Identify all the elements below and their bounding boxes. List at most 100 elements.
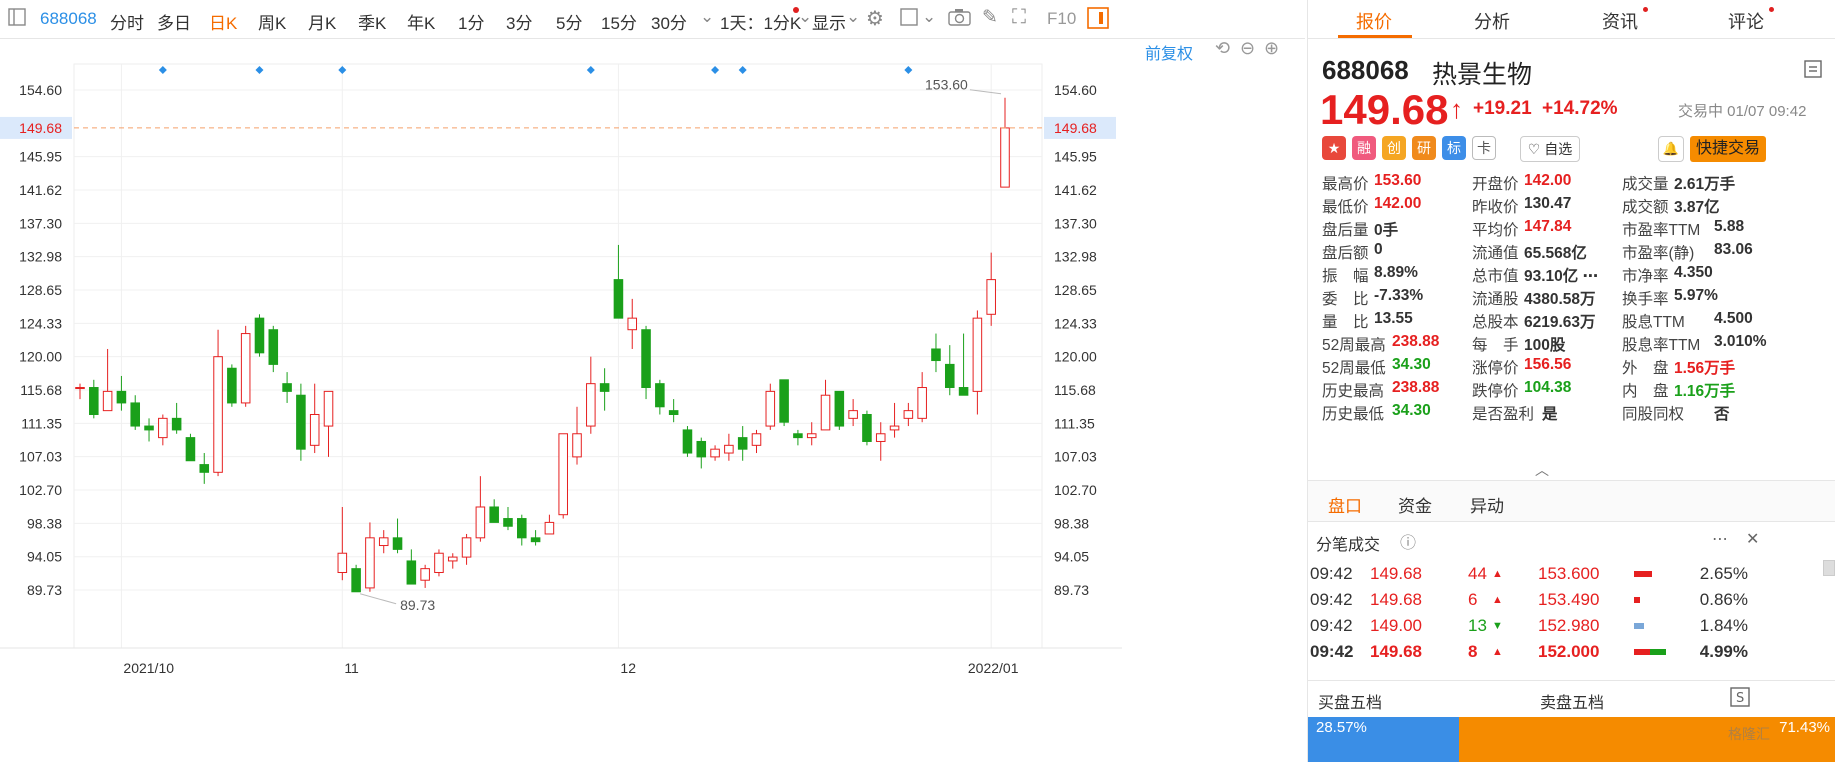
period-15min[interactable]: 15分 — [601, 9, 637, 34]
stat-value: 1.56万手 — [1674, 360, 1736, 377]
stat-value: 142.00 — [1374, 195, 1422, 212]
stat-label: 量 比 — [1322, 314, 1369, 331]
china-flag-icon[interactable]: ★ — [1322, 136, 1346, 160]
period-year-k[interactable]: 年K — [407, 9, 435, 34]
y-tick-label-left: 128.65 — [19, 282, 62, 298]
candle-body-up — [75, 387, 85, 390]
kline-chart[interactable]: 154.60 149.68 145.95 141.62 137.30 132.98 128.… — [0, 38, 1305, 762]
interval-select[interactable]: 1天：1分K — [720, 7, 801, 34]
candle-body-up — [475, 506, 486, 539]
candle-body-down — [171, 417, 182, 431]
candle-body-down — [268, 329, 279, 365]
panel-menu-icon[interactable] — [1804, 60, 1822, 83]
y-tick-label-left: 120.00 — [19, 349, 62, 365]
margin-icon[interactable]: 融 — [1352, 136, 1376, 160]
period-quarter-k[interactable]: 季K — [358, 9, 386, 34]
period-month-k[interactable]: 月K — [308, 9, 336, 34]
period-5min[interactable]: 5分 — [556, 9, 582, 34]
stat-value: 0手 — [1374, 222, 1399, 239]
stat-value: 8.89% — [1374, 264, 1418, 281]
undo-icon[interactable]: ⟲ — [1215, 38, 1230, 59]
f10-button[interactable]: F10 — [1047, 9, 1076, 29]
quote-panel: 报价 分析 资讯 评论 688068 热景生物 149.68 ↑ +19.21 … — [1307, 0, 1835, 762]
candle-body-up — [889, 425, 900, 431]
sidebar-toggle-icon[interactable] — [8, 8, 26, 31]
period-30min[interactable]: 30分 — [651, 9, 687, 34]
orderbook-menu-icon[interactable]: S — [1730, 687, 1750, 712]
draw-pen-icon[interactable]: ✎ — [982, 6, 998, 29]
period-1min[interactable]: 1分 — [458, 9, 484, 34]
stat-value: 5.97% — [1674, 287, 1718, 304]
fenbi-row: 09:42 149.68 8 ▲ 152.000 4.99% — [1308, 638, 1835, 666]
fenbi-mini-bar — [1634, 623, 1644, 629]
period-3min[interactable]: 3分 — [506, 9, 532, 34]
stat-value: 65.568亿 — [1524, 245, 1587, 262]
fenbi-direction-icon: ▲ — [1492, 594, 1503, 606]
stat-label: 委 比 — [1322, 291, 1369, 308]
card-icon[interactable]: 卡 — [1472, 136, 1496, 160]
subtab-pankou[interactable]: 盘口 — [1328, 492, 1362, 517]
fenbi-volume: 44 — [1468, 564, 1487, 583]
bell-icon[interactable]: 🔔 — [1658, 136, 1684, 162]
quick-trade-button[interactable]: 快捷交易 — [1690, 136, 1766, 162]
close-icon[interactable]: ✕ — [1746, 529, 1759, 549]
camera-icon[interactable] — [948, 8, 972, 31]
fenbi-compare-price: 153.600 — [1538, 564, 1600, 583]
layout-icon[interactable] — [900, 8, 920, 31]
last-price: 149.68 — [1320, 86, 1449, 133]
stat-value: 13.55 — [1374, 310, 1413, 327]
period-dropdown-icon[interactable]: ⌄ — [700, 7, 714, 27]
period-week-k[interactable]: 周K — [258, 9, 286, 34]
add-watchlist-button[interactable]: ♡ 自选 — [1520, 136, 1580, 162]
fenbi-row: 09:42 149.68 6 ▲ 153.490 0.86% — [1308, 586, 1835, 614]
candle — [351, 564, 361, 593]
stat-label: 同股同权 — [1622, 406, 1685, 423]
chevron-down-icon[interactable]: ⌄ — [846, 7, 860, 27]
candle — [517, 514, 527, 546]
chevron-down-icon[interactable]: ⌄ — [798, 7, 812, 27]
subtab-funds[interactable]: 资金 — [1398, 492, 1432, 517]
subtab-anomaly[interactable]: 异动 — [1470, 492, 1504, 517]
more-icon[interactable]: ⋯ — [1712, 529, 1728, 549]
panel-toggle-icon[interactable] — [1087, 7, 1109, 34]
research-icon[interactable]: 研 — [1412, 136, 1436, 160]
tag-icon[interactable]: 标 — [1442, 136, 1466, 160]
candle-body-up — [323, 390, 334, 427]
candle-body-down — [89, 387, 99, 415]
stat-value: 153.60 — [1374, 172, 1422, 189]
candle-body-down — [599, 383, 610, 392]
candle — [613, 244, 624, 319]
tab-news[interactable]: 资讯 — [1602, 7, 1648, 34]
trading-status: 交易中 01/07 09:42 — [1678, 103, 1807, 120]
fenbi-time: 09:42 — [1310, 642, 1354, 661]
candle — [765, 383, 776, 430]
candle-body-down — [668, 410, 679, 415]
tab-quote[interactable]: 报价 — [1356, 8, 1392, 34]
tab-comments[interactable]: 评论 — [1728, 7, 1774, 34]
collapse-chevron-icon[interactable]: ︿ — [1535, 460, 1549, 480]
period-day-k[interactable]: 日K — [209, 9, 237, 34]
candle — [475, 476, 486, 542]
chevron-down-icon[interactable]: ⌄ — [922, 7, 936, 27]
settings-icon[interactable]: ⚙ — [866, 6, 884, 31]
fenbi-pct: 0.86% — [1699, 590, 1748, 609]
adjust-select[interactable]: 前复权 — [1145, 40, 1193, 64]
zoom-out-icon[interactable]: ⊖ — [1240, 38, 1255, 59]
zoom-in-icon[interactable]: ⊕ — [1264, 38, 1279, 59]
candle-body-up — [1000, 127, 1010, 188]
stat-value: 147.84 — [1524, 218, 1572, 235]
help-icon[interactable]: ⓘ — [1400, 529, 1416, 553]
stock-code-label[interactable]: 688068 — [40, 9, 97, 29]
tab-analysis[interactable]: 分析 — [1474, 8, 1510, 34]
display-menu[interactable]: 显示 — [812, 9, 846, 34]
period-multiday[interactable]: 多日 — [157, 9, 191, 34]
kline-svg: 154.60 149.68 145.95 141.62 137.30 132.98 128.… — [0, 63, 1122, 676]
candle-body-up — [586, 383, 596, 427]
star-market-icon[interactable]: 创 — [1382, 136, 1406, 160]
stat-value: 4.350 — [1674, 264, 1713, 281]
scrollbar-thumb[interactable] — [1823, 560, 1835, 576]
fullscreen-icon[interactable]: ⛶ — [1012, 6, 1026, 29]
period-fenshi[interactable]: 分时 — [110, 9, 144, 34]
fenbi-price: 149.68 — [1370, 564, 1422, 583]
candle — [365, 522, 375, 592]
